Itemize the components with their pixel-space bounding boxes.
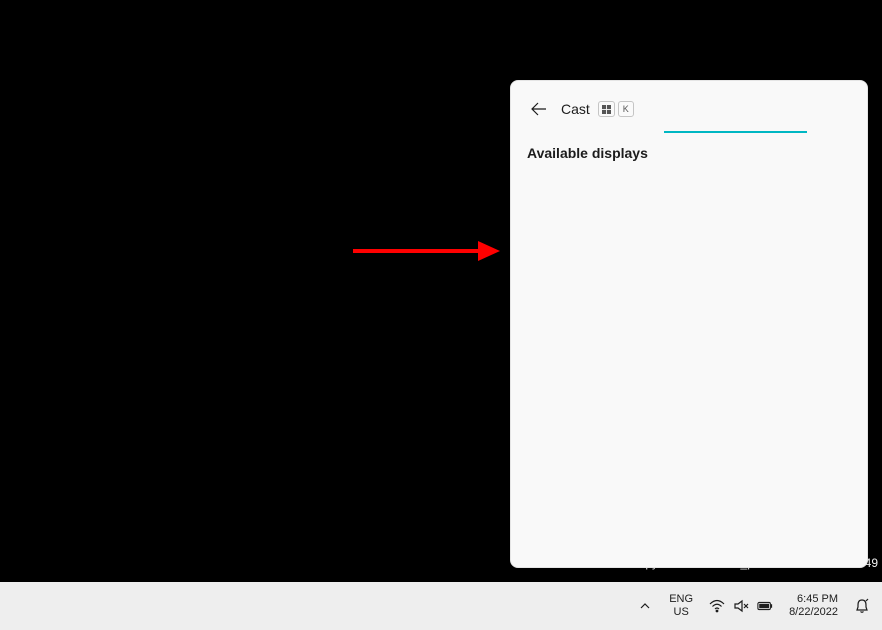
clock-time: 6:45 PM — [797, 593, 838, 606]
cast-panel-title: Cast — [561, 101, 590, 117]
wifi-icon — [709, 598, 725, 614]
scanning-progress-indicator — [664, 131, 807, 133]
shortcut-hint: K — [598, 101, 634, 117]
k-key-label: K — [618, 101, 634, 117]
cast-panel: Cast K Available displays — [510, 80, 868, 568]
taskbar: ENG US 6:45 PM 8/22/2022 — [0, 582, 882, 630]
language-top: ENG — [669, 593, 693, 606]
chevron-up-icon — [639, 600, 651, 612]
system-tray-overflow[interactable] — [629, 586, 661, 626]
clock[interactable]: 6:45 PM 8/22/2022 — [781, 586, 846, 626]
cast-panel-header: Cast K — [527, 93, 851, 125]
windows-key-icon — [598, 101, 615, 117]
notification-center-button[interactable] — [846, 586, 878, 626]
clock-date: 8/22/2022 — [789, 606, 838, 619]
arrow-left-icon — [531, 101, 547, 117]
language-indicator[interactable]: ENG US — [661, 586, 701, 626]
back-button[interactable] — [527, 97, 551, 121]
system-tray-icons[interactable] — [701, 586, 781, 626]
battery-icon — [757, 598, 773, 614]
volume-muted-icon — [733, 598, 749, 614]
annotation-arrow-icon — [350, 238, 510, 268]
language-bottom: US — [674, 606, 689, 619]
available-displays-heading: Available displays — [527, 145, 851, 161]
bell-icon — [854, 598, 870, 614]
